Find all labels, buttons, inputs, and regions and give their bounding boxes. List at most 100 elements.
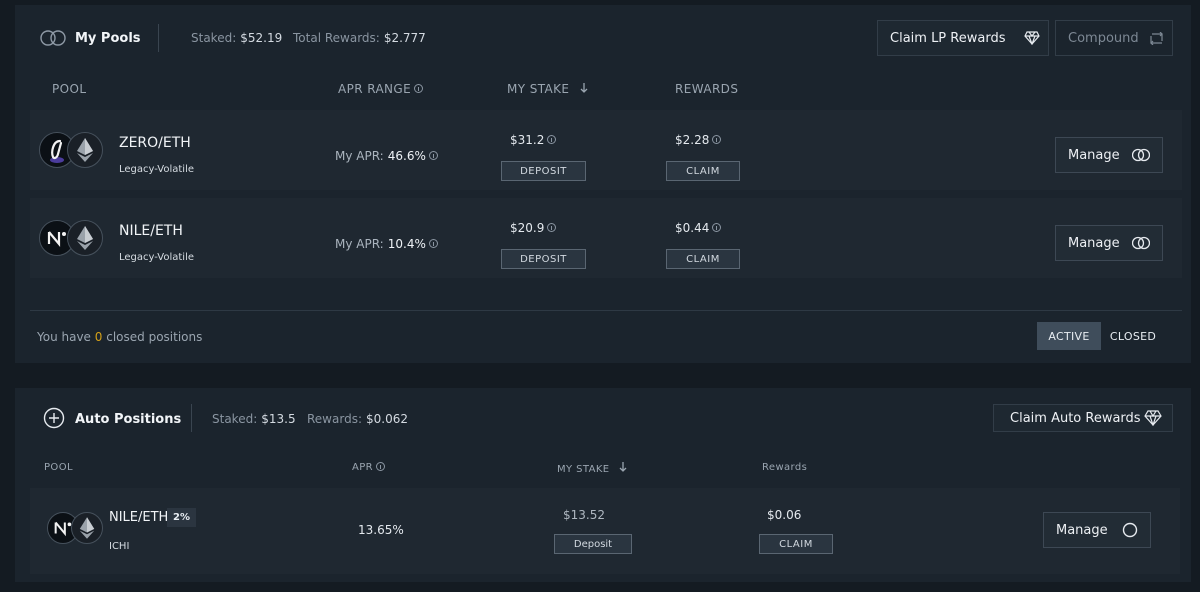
rewards-amount: $2.28	[675, 133, 722, 147]
pool-row: NILE/ETH Legacy-Volatile My APR: 10.4% $2…	[30, 198, 1182, 278]
eth-token-icon	[71, 512, 103, 544]
auto-panel-title: Auto Positions	[75, 412, 182, 427]
lp-staked-label: Staked:	[191, 31, 237, 45]
eth-token-icon	[67, 220, 103, 256]
fee-badge: 2%	[167, 508, 196, 527]
header-divider	[158, 24, 159, 52]
info-icon[interactable]	[376, 461, 386, 471]
toggle-icon	[1131, 148, 1151, 166]
compound-icon	[1150, 31, 1164, 49]
col-header-apr-range: APR RANGE	[338, 82, 424, 96]
stake-amount: $31.2	[510, 133, 557, 147]
auto-rewards-stat: Rewards: $0.062	[307, 412, 408, 426]
diamond-icon	[1144, 410, 1162, 430]
info-icon[interactable]	[712, 223, 722, 232]
token-pair-icons	[47, 510, 107, 550]
rewards-amount: $0.06	[767, 508, 802, 522]
my-apr: My APR: 10.4%	[335, 237, 438, 251]
rewards-amount-value: $0.44	[675, 221, 710, 235]
auto-apr-value: 13.65%	[358, 523, 404, 537]
eth-token-icon	[67, 132, 103, 168]
my-apr: My APR: 46.6%	[335, 149, 438, 163]
plus-circle-icon[interactable]	[43, 407, 65, 433]
rewards-amount-value: $2.28	[675, 133, 710, 147]
col-header-my-stake[interactable]: MY STAKE	[507, 82, 588, 96]
pool-type: Legacy-Volatile	[119, 252, 195, 263]
claim-lp-rewards-button[interactable]: Claim LP Rewards	[877, 20, 1049, 56]
filter-closed-tab[interactable]: CLOSED	[1101, 322, 1165, 350]
info-icon[interactable]	[712, 135, 722, 144]
claim-auto-rewards-label: Claim Auto Rewards	[1010, 410, 1141, 426]
col-header-pool: POOL	[44, 462, 73, 473]
claim-lp-rewards-label: Claim LP Rewards	[890, 30, 1006, 46]
lp-pools-panel: My Pools Staked: $52.19 Total Rewards: $2.…	[15, 5, 1191, 363]
pool-row: ZERO/ETH Legacy-Volatile My APR: 46.6% $3…	[30, 110, 1182, 190]
token-pair-icons	[39, 130, 105, 170]
compound-button[interactable]: Compound	[1055, 20, 1173, 56]
col-header-apr: APR	[352, 461, 386, 473]
auto-staked-stat: Staked: $13.5	[212, 412, 296, 426]
filter-active-tab[interactable]: ACTIVE	[1037, 322, 1101, 350]
auto-positions-panel: Auto Positions Staked: $13.5 Rewards: $0.0…	[15, 388, 1191, 582]
toggle-icon	[1131, 236, 1151, 254]
manage-button[interactable]: Manage	[1055, 137, 1163, 173]
deposit-button[interactable]: DEPOSIT	[501, 249, 586, 269]
lp-staked-stat: Staked: $52.19	[191, 31, 282, 45]
lp-rewards-value: $2.777	[383, 31, 426, 45]
circle-icon	[1122, 522, 1138, 542]
claim-button[interactable]: CLAIM	[759, 534, 833, 554]
pool-pair-name: NILE/ETH	[109, 510, 169, 525]
claim-button[interactable]: CLAIM	[666, 161, 740, 181]
col-header-my-stake-label: MY STAKE	[507, 82, 570, 96]
manage-button[interactable]: Manage	[1055, 225, 1163, 261]
footer-divider	[30, 310, 1182, 311]
my-apr-label: My APR:	[335, 237, 384, 251]
pool-type: Legacy-Volatile	[119, 164, 195, 175]
toggle-icon[interactable]	[40, 30, 66, 50]
lp-rewards-stat: Total Rewards: $2.777	[293, 31, 426, 45]
info-icon[interactable]	[547, 135, 557, 144]
closed-prefix: You have	[37, 330, 91, 344]
deposit-button[interactable]: DEPOSIT	[501, 161, 586, 181]
my-apr-value: 10.4%	[387, 237, 426, 251]
stake-amount: $13.52	[563, 508, 605, 522]
info-icon[interactable]	[547, 223, 557, 232]
pool-provider: ICHI	[109, 541, 130, 552]
diamond-icon	[1024, 31, 1040, 49]
closed-positions-text: You have 0 closed positions	[37, 330, 202, 344]
manage-label: Manage	[1068, 147, 1120, 163]
auto-position-row: NILE/ETH 2% ICHI 13.65% $13.52 Deposit $…	[30, 488, 1180, 574]
stake-amount: $20.9	[510, 221, 557, 235]
lp-panel-title: My Pools	[75, 31, 141, 46]
manage-button[interactable]: Manage	[1043, 512, 1151, 548]
closed-suffix: closed positions	[106, 330, 203, 344]
lp-rewards-label: Total Rewards:	[293, 31, 380, 45]
col-header-apr-label: APR	[352, 462, 374, 473]
info-icon[interactable]	[428, 239, 438, 248]
auto-rewards-value: $0.062	[365, 412, 408, 426]
auto-rewards-label: Rewards:	[307, 412, 362, 426]
sort-down-arrow-icon	[619, 462, 627, 475]
my-apr-value: 46.6%	[387, 149, 426, 163]
deposit-button[interactable]: Deposit	[554, 534, 632, 554]
col-header-pool: POOL	[52, 82, 87, 96]
auto-staked-label: Staked:	[212, 412, 258, 426]
info-icon[interactable]	[428, 151, 438, 160]
claim-button[interactable]: CLAIM	[666, 249, 740, 269]
lp-staked-value: $52.19	[240, 31, 283, 45]
pool-pair-name: ZERO/ETH	[119, 135, 191, 151]
my-apr-label: My APR:	[335, 149, 384, 163]
col-header-apr-range-label: APR RANGE	[338, 82, 412, 96]
pool-pair-name: NILE/ETH	[119, 223, 183, 239]
col-header-rewards: REWARDS	[675, 82, 739, 96]
stake-amount-value: $31.2	[510, 133, 545, 147]
auto-staked-value: $13.5	[261, 412, 296, 426]
compound-label: Compound	[1068, 30, 1139, 46]
col-header-my-stake[interactable]: MY STAKE	[557, 462, 627, 475]
closed-count: 0	[94, 330, 103, 344]
manage-label: Manage	[1056, 522, 1108, 538]
sort-down-arrow-icon	[580, 82, 588, 96]
info-icon[interactable]	[414, 84, 424, 93]
rewards-amount: $0.44	[675, 221, 722, 235]
claim-auto-rewards-button[interactable]: Claim Auto Rewards	[993, 404, 1173, 432]
